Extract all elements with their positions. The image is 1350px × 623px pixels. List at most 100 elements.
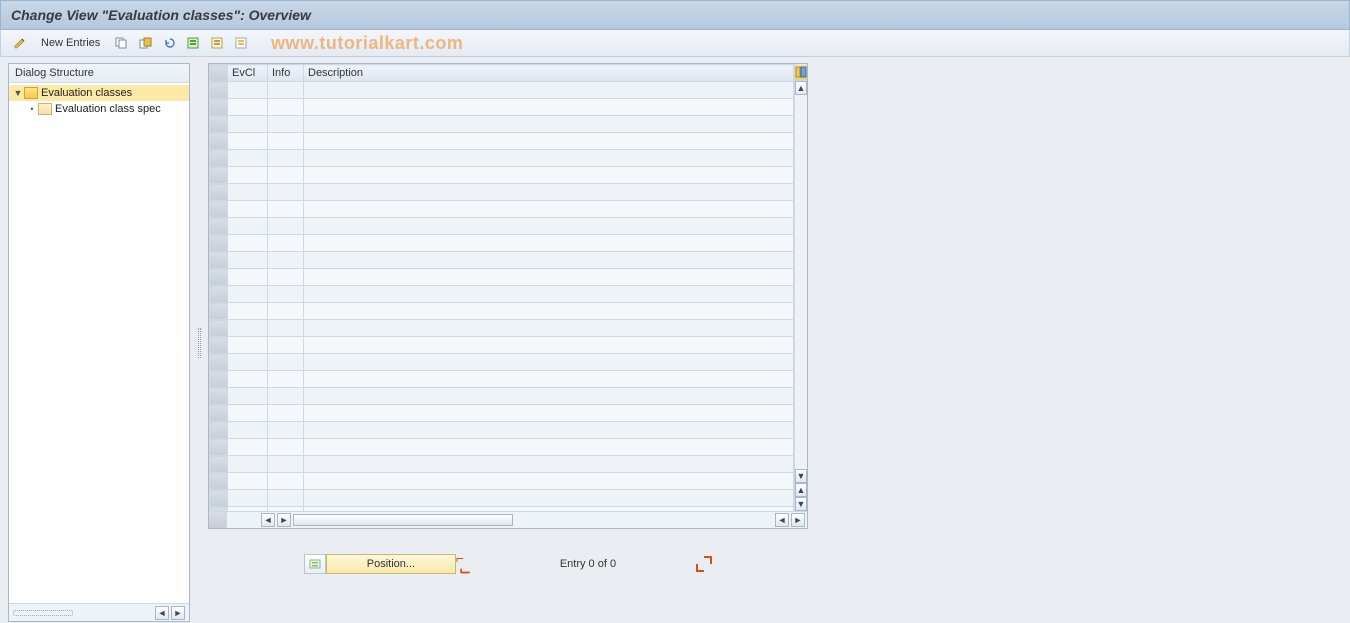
row-selector[interactable] xyxy=(210,167,228,184)
table-row[interactable] xyxy=(210,388,794,405)
cell-evcl[interactable] xyxy=(228,269,268,286)
row-selector[interactable] xyxy=(210,184,228,201)
scroll-page-up-icon[interactable]: ▲ xyxy=(795,483,807,497)
cell-info[interactable] xyxy=(268,337,304,354)
column-header-description[interactable]: Description xyxy=(304,65,794,82)
cell-description[interactable] xyxy=(304,354,794,371)
scroll-right-icon[interactable]: ► xyxy=(171,606,185,620)
cell-info[interactable] xyxy=(268,235,304,252)
row-selector[interactable] xyxy=(210,269,228,286)
cell-description[interactable] xyxy=(304,150,794,167)
row-selector[interactable] xyxy=(210,303,228,320)
table-row[interactable] xyxy=(210,167,794,184)
cell-info[interactable] xyxy=(268,405,304,422)
vertical-splitter[interactable] xyxy=(196,63,202,622)
dialog-structure-tree[interactable]: ▼ Evaluation classes • Evaluation class … xyxy=(9,83,189,603)
row-selector[interactable] xyxy=(210,439,228,456)
cell-description[interactable] xyxy=(304,235,794,252)
table-row[interactable] xyxy=(210,133,794,150)
cell-description[interactable] xyxy=(304,473,794,490)
cell-description[interactable] xyxy=(304,218,794,235)
cell-evcl[interactable] xyxy=(228,456,268,473)
table-row[interactable] xyxy=(210,303,794,320)
cell-info[interactable] xyxy=(268,286,304,303)
cell-description[interactable] xyxy=(304,133,794,150)
cell-info[interactable] xyxy=(268,456,304,473)
column-header-info[interactable]: Info xyxy=(268,65,304,82)
cell-info[interactable] xyxy=(268,167,304,184)
cell-evcl[interactable] xyxy=(228,167,268,184)
row-selector-header[interactable] xyxy=(210,65,228,82)
cell-info[interactable] xyxy=(268,354,304,371)
undo-icon[interactable] xyxy=(160,34,178,52)
table-row[interactable] xyxy=(210,218,794,235)
table-row[interactable] xyxy=(210,439,794,456)
tree-expand-icon[interactable]: ▼ xyxy=(13,88,23,98)
table-row[interactable] xyxy=(210,422,794,439)
table-row[interactable] xyxy=(210,116,794,133)
cell-evcl[interactable] xyxy=(228,490,268,507)
row-selector[interactable] xyxy=(210,218,228,235)
cell-evcl[interactable] xyxy=(228,354,268,371)
cell-description[interactable] xyxy=(304,167,794,184)
table-row[interactable] xyxy=(210,286,794,303)
table-row[interactable] xyxy=(210,184,794,201)
tree-node-evaluation-class-spec[interactable]: • Evaluation class spec xyxy=(9,101,189,117)
cell-info[interactable] xyxy=(268,252,304,269)
cell-info[interactable] xyxy=(268,269,304,286)
hscroll-track[interactable] xyxy=(293,514,513,526)
cell-evcl[interactable] xyxy=(228,235,268,252)
configure-columns-icon[interactable] xyxy=(795,64,807,81)
cell-description[interactable] xyxy=(304,252,794,269)
table-row[interactable] xyxy=(210,150,794,167)
cell-evcl[interactable] xyxy=(228,439,268,456)
cell-info[interactable] xyxy=(268,184,304,201)
row-selector[interactable] xyxy=(210,422,228,439)
cell-evcl[interactable] xyxy=(228,303,268,320)
cell-info[interactable] xyxy=(268,422,304,439)
cell-description[interactable] xyxy=(304,490,794,507)
row-selector[interactable] xyxy=(210,201,228,218)
position-button[interactable]: Position... xyxy=(326,554,456,574)
cell-info[interactable] xyxy=(268,201,304,218)
cell-description[interactable] xyxy=(304,303,794,320)
row-selector[interactable] xyxy=(210,490,228,507)
toggle-display-change-icon[interactable] xyxy=(11,34,29,52)
cell-description[interactable] xyxy=(304,82,794,99)
new-entries-button[interactable]: New Entries xyxy=(35,35,106,51)
cell-info[interactable] xyxy=(268,99,304,116)
scroll-up-icon[interactable]: ▲ xyxy=(795,81,807,95)
scroll-left-icon[interactable]: ◄ xyxy=(155,606,169,620)
cell-info[interactable] xyxy=(268,150,304,167)
cell-info[interactable] xyxy=(268,320,304,337)
row-selector[interactable] xyxy=(210,456,228,473)
table-row[interactable] xyxy=(210,320,794,337)
cell-description[interactable] xyxy=(304,201,794,218)
cell-evcl[interactable] xyxy=(228,184,268,201)
table-row[interactable] xyxy=(210,473,794,490)
row-selector[interactable] xyxy=(210,82,228,99)
table-row[interactable] xyxy=(210,490,794,507)
cell-evcl[interactable] xyxy=(228,201,268,218)
cell-evcl[interactable] xyxy=(228,388,268,405)
cell-evcl[interactable] xyxy=(228,99,268,116)
cell-evcl[interactable] xyxy=(228,422,268,439)
cell-info[interactable] xyxy=(268,473,304,490)
hscroll-left-end-icon[interactable]: ◄ xyxy=(775,513,789,527)
cell-evcl[interactable] xyxy=(228,405,268,422)
cell-info[interactable] xyxy=(268,388,304,405)
cell-description[interactable] xyxy=(304,337,794,354)
cell-evcl[interactable] xyxy=(228,133,268,150)
cell-description[interactable] xyxy=(304,456,794,473)
cell-description[interactable] xyxy=(304,422,794,439)
hscroll-right-start-icon[interactable]: ► xyxy=(277,513,291,527)
cell-description[interactable] xyxy=(304,439,794,456)
cell-description[interactable] xyxy=(304,99,794,116)
cell-description[interactable] xyxy=(304,388,794,405)
hscroll-left-icon[interactable]: ◄ xyxy=(261,513,275,527)
select-block-icon[interactable] xyxy=(208,34,226,52)
table-row[interactable] xyxy=(210,405,794,422)
cell-description[interactable] xyxy=(304,286,794,303)
cell-evcl[interactable] xyxy=(228,82,268,99)
table-row[interactable] xyxy=(210,201,794,218)
